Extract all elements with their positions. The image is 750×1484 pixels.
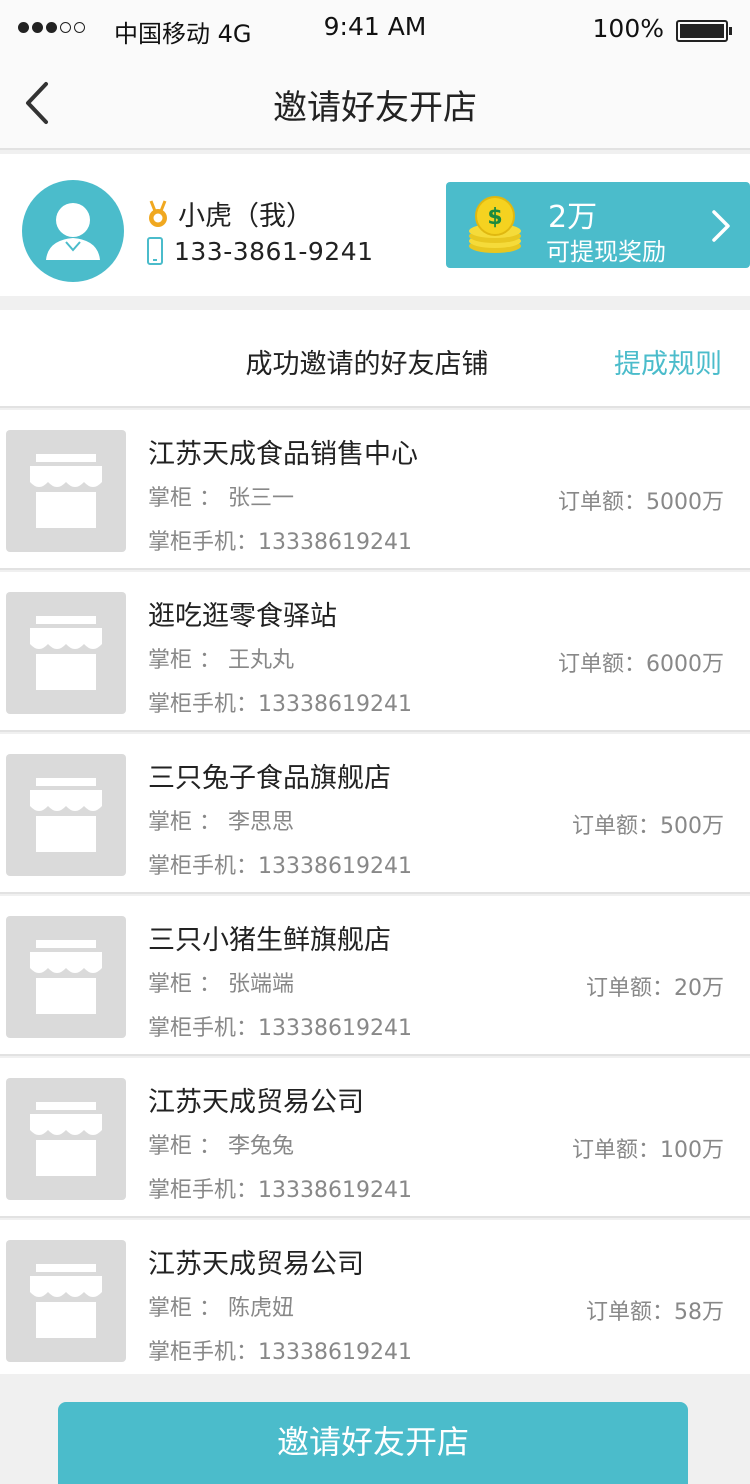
store-icon (30, 616, 102, 690)
list-item[interactable]: 江苏天成贸易公司 掌柜 ： 陈虎妞 掌柜手机：13338619241 订单额：5… (0, 1220, 750, 1380)
store-icon (30, 1264, 102, 1338)
profile-phone: 133-3861-9241 (174, 236, 374, 266)
shop-owner-phone: 掌柜手机：13338619241 (148, 692, 412, 717)
shop-thumbnail (6, 430, 126, 552)
bottom-bar: 邀请好友开店 (0, 1374, 750, 1484)
chevron-right-icon (712, 210, 730, 242)
shop-owner: 掌柜 ： 王丸丸 (148, 648, 294, 673)
shop-owner: 掌柜 ： 李兔兔 (148, 1134, 294, 1159)
shop-name: 三只兔子食品旗舰店 (148, 763, 391, 794)
shop-thumbnail (6, 754, 126, 876)
nav-bar: 邀请好友开店 (0, 56, 750, 150)
shop-owner-phone: 掌柜手机：13338619241 (148, 1340, 412, 1365)
store-icon (30, 940, 102, 1014)
list-item[interactable]: 三只兔子食品旗舰店 掌柜 ： 李思思 掌柜手机：13338619241 订单额：… (0, 734, 750, 894)
page-title: 邀请好友开店 (273, 88, 477, 128)
list-item[interactable]: 江苏天成贸易公司 掌柜 ： 李兔兔 掌柜手机：13338619241 订单额：1… (0, 1058, 750, 1218)
shop-order-amount: 订单额：58万 (586, 1300, 724, 1325)
shop-order-amount: 订单额：20万 (586, 976, 724, 1001)
profile-name-row: 小虎（我） (146, 194, 313, 233)
store-icon (30, 778, 102, 852)
shop-thumbnail (6, 592, 126, 714)
shop-thumbnail (6, 1078, 126, 1200)
shop-owner-phone: 掌柜手机：13338619241 (148, 1016, 412, 1041)
profile-phone-row: 133-3861-9241 (146, 236, 374, 266)
reward-amount: 2万 (548, 200, 598, 235)
profile-section: 小虎（我） 133-3861-9241 $ 2万 可提现奖励 (0, 154, 750, 296)
medal-icon (149, 199, 167, 227)
shop-owner: 掌柜 ： 陈虎妞 (148, 1296, 294, 1321)
shop-name: 江苏天成食品销售中心 (148, 439, 418, 470)
shop-order-amount: 订单额：100万 (572, 1138, 724, 1163)
profile-name: 小虎（我） (178, 201, 313, 232)
section-header: 成功邀请的好友店铺 提成规则 (0, 310, 750, 408)
reward-label: 可提现奖励 (546, 238, 666, 266)
battery-percent: 100% (592, 14, 664, 43)
shop-owner-phone: 掌柜手机：13338619241 (148, 530, 412, 555)
shop-name: 逛吃逛零食驿站 (148, 601, 337, 632)
shop-thumbnail (6, 916, 126, 1038)
shop-order-amount: 订单额：6000万 (558, 652, 724, 677)
invite-friend-button[interactable]: 邀请好友开店 (58, 1402, 688, 1484)
shop-owner-phone: 掌柜手机：13338619241 (148, 854, 412, 879)
reward-card[interactable]: $ 2万 可提现奖励 (446, 182, 750, 268)
list-item[interactable]: 三只小猪生鲜旗舰店 掌柜 ： 张端端 掌柜手机：13338619241 订单额：… (0, 896, 750, 1056)
store-icon (30, 1102, 102, 1176)
svg-text:$: $ (487, 205, 502, 230)
status-bar: 中国移动 4G 9:41 AM 100% (0, 0, 750, 56)
shop-name: 江苏天成贸易公司 (148, 1087, 364, 1118)
shop-owner-phone: 掌柜手机：13338619241 (148, 1178, 412, 1203)
shop-name: 江苏天成贸易公司 (148, 1249, 364, 1280)
shop-name: 三只小猪生鲜旗舰店 (148, 925, 391, 956)
user-icon (46, 203, 100, 260)
phone-icon (147, 237, 163, 265)
shop-order-amount: 订单额：5000万 (558, 490, 724, 515)
avatar[interactable] (22, 180, 124, 282)
coin-stack-icon: $ (469, 196, 521, 253)
battery-icon (676, 20, 732, 42)
commission-rules-link[interactable]: 提成规则 (614, 342, 722, 381)
shop-thumbnail (6, 1240, 126, 1362)
shop-owner: 掌柜 ： 张端端 (148, 972, 294, 997)
shop-owner: 掌柜 ： 张三一 (148, 486, 294, 511)
store-icon (30, 454, 102, 528)
shop-owner: 掌柜 ： 李思思 (148, 810, 294, 835)
list-item[interactable]: 逛吃逛零食驿站 掌柜 ： 王丸丸 掌柜手机：13338619241 订单额：60… (0, 572, 750, 732)
list-item[interactable]: 江苏天成食品销售中心 掌柜 ： 张三一 掌柜手机：13338619241 订单额… (0, 410, 750, 570)
shop-order-amount: 订单额：500万 (572, 814, 724, 839)
